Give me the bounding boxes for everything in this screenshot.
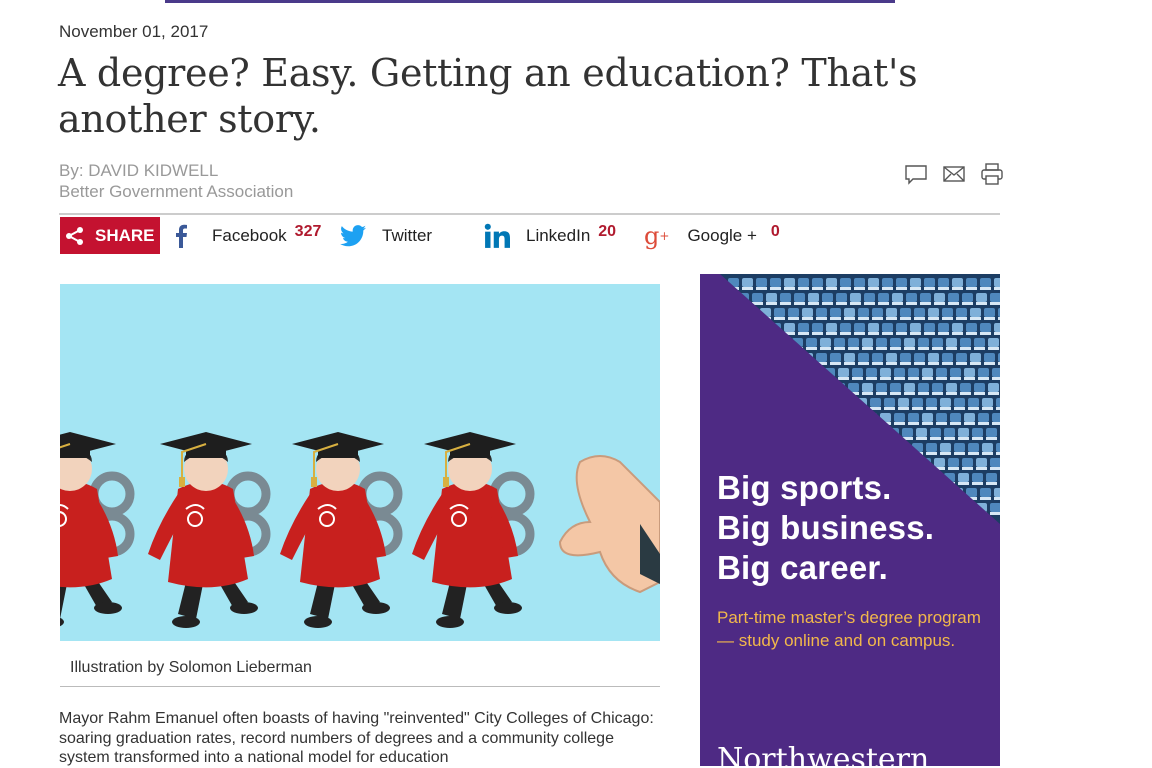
ad-headline-line: Big career.	[717, 549, 888, 586]
share-icon	[66, 226, 83, 245]
comment-icon[interactable]	[904, 162, 928, 186]
google-plus-share[interactable]: g + Google + 0	[644, 217, 780, 254]
caption-divider	[60, 686, 660, 687]
print-icon[interactable]	[980, 162, 1004, 186]
ad-headline: Big sports. Big business. Big career.	[717, 468, 934, 588]
email-icon[interactable]	[942, 162, 966, 186]
linkedin-label: LinkedIn	[526, 225, 591, 245]
ad-headline-line: Big business.	[717, 509, 935, 546]
ad-headline-line: Big sports.	[717, 469, 892, 506]
image-caption: Illustration by Solomon Lieberman	[70, 659, 312, 676]
byline: By: DAVID KIDWELL Better Government Asso…	[59, 160, 293, 202]
article-date: November 01, 2017	[59, 22, 209, 41]
google-plus-count: 0	[770, 222, 780, 240]
article-headline: A degree? Easy. Getting an education? Th…	[58, 51, 918, 141]
hero-illustration	[60, 284, 660, 641]
facebook-count: 327	[294, 222, 322, 240]
author-name[interactable]: By: DAVID KIDWELL	[59, 160, 293, 181]
facebook-icon	[170, 224, 192, 248]
author-organization: Better Government Association	[59, 182, 294, 201]
twitter-icon	[340, 224, 366, 247]
article-tools	[904, 162, 1004, 186]
advertisement[interactable]: Big sports. Big business. Big career. Pa…	[700, 274, 1000, 766]
facebook-label: Facebook	[212, 225, 287, 245]
google-plus-label: Google +	[687, 225, 757, 245]
twitter-share[interactable]: Twitter	[340, 217, 432, 254]
ad-subtext: Part-time master’s degree program — stud…	[717, 608, 981, 650]
ad-brand-logo: Northwestern	[717, 742, 930, 766]
share-button[interactable]: SHARE	[60, 217, 160, 254]
linkedin-share[interactable]: LinkedIn 20	[484, 217, 616, 254]
share-bar: SHARE Facebook 327 Twitter LinkedIn 20 g…	[60, 217, 1000, 255]
facebook-share[interactable]: Facebook 327	[170, 217, 321, 254]
twitter-label: Twitter	[382, 225, 433, 245]
google-plus-icon: g +	[644, 221, 670, 250]
article-body: Mayor Rahm Emanuel often boasts of havin…	[59, 710, 654, 766]
share-label: SHARE	[95, 225, 155, 245]
header-divider	[59, 213, 1000, 215]
top-accent-bar	[165, 0, 895, 3]
linkedin-count: 20	[598, 222, 617, 240]
linkedin-icon	[484, 223, 510, 249]
